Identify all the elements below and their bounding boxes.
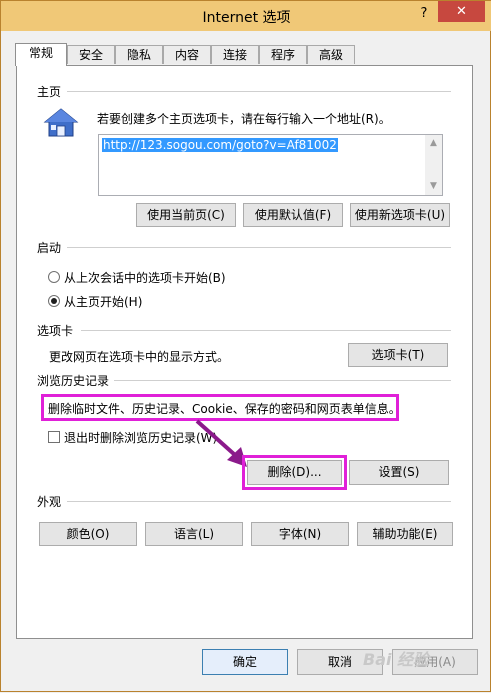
dialog-window: Internet 选项 ? ✕ 常规 安全 隐私 内容 连接 程序 高级 主页 … [0, 0, 491, 692]
appearance-group-divider [67, 501, 451, 502]
languages-button[interactable]: 语言(L) [145, 522, 243, 546]
baidu-watermark: Bai 经验 [363, 650, 430, 669]
colors-button[interactable]: 颜色(O) [39, 522, 137, 546]
accessibility-button[interactable]: 辅助功能(E) [357, 522, 453, 546]
delete-button-highlight [242, 455, 347, 490]
appearance-group-label: 外观 [37, 493, 66, 510]
history-settings-button[interactable]: 设置(S) [349, 460, 449, 485]
ok-button[interactable]: 确定 [202, 649, 288, 675]
arrow-annotation-icon [195, 419, 247, 467]
fonts-button[interactable]: 字体(N) [251, 522, 349, 546]
tab-general[interactable]: 常规 [15, 43, 67, 66]
